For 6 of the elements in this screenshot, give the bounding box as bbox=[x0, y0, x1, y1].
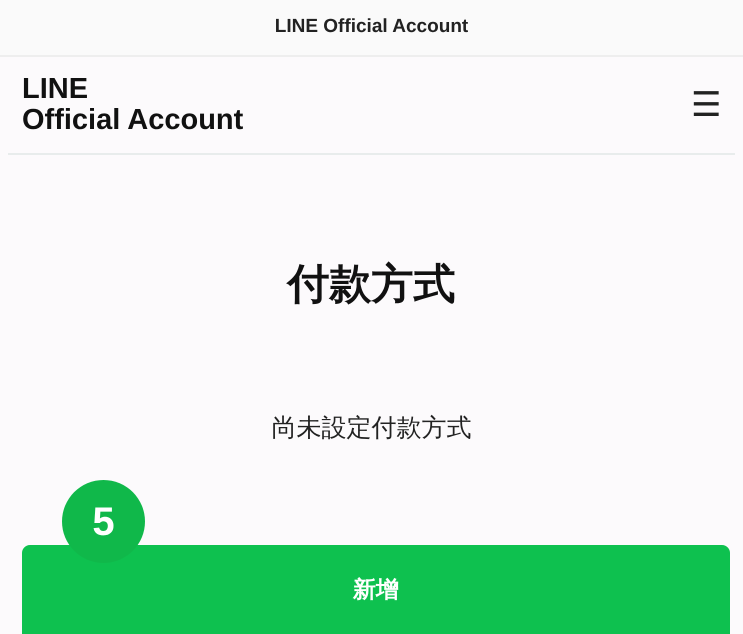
page-title: 付款方式 bbox=[285, 259, 456, 309]
logo[interactable]: LINE Official Account bbox=[22, 74, 244, 136]
menu-button[interactable]: ☰ bbox=[691, 88, 721, 122]
empty-message: 尚未設定付款方式 bbox=[270, 413, 472, 444]
step-badge: 5 bbox=[62, 480, 145, 563]
status-title: LINE Official Account bbox=[274, 15, 468, 40]
